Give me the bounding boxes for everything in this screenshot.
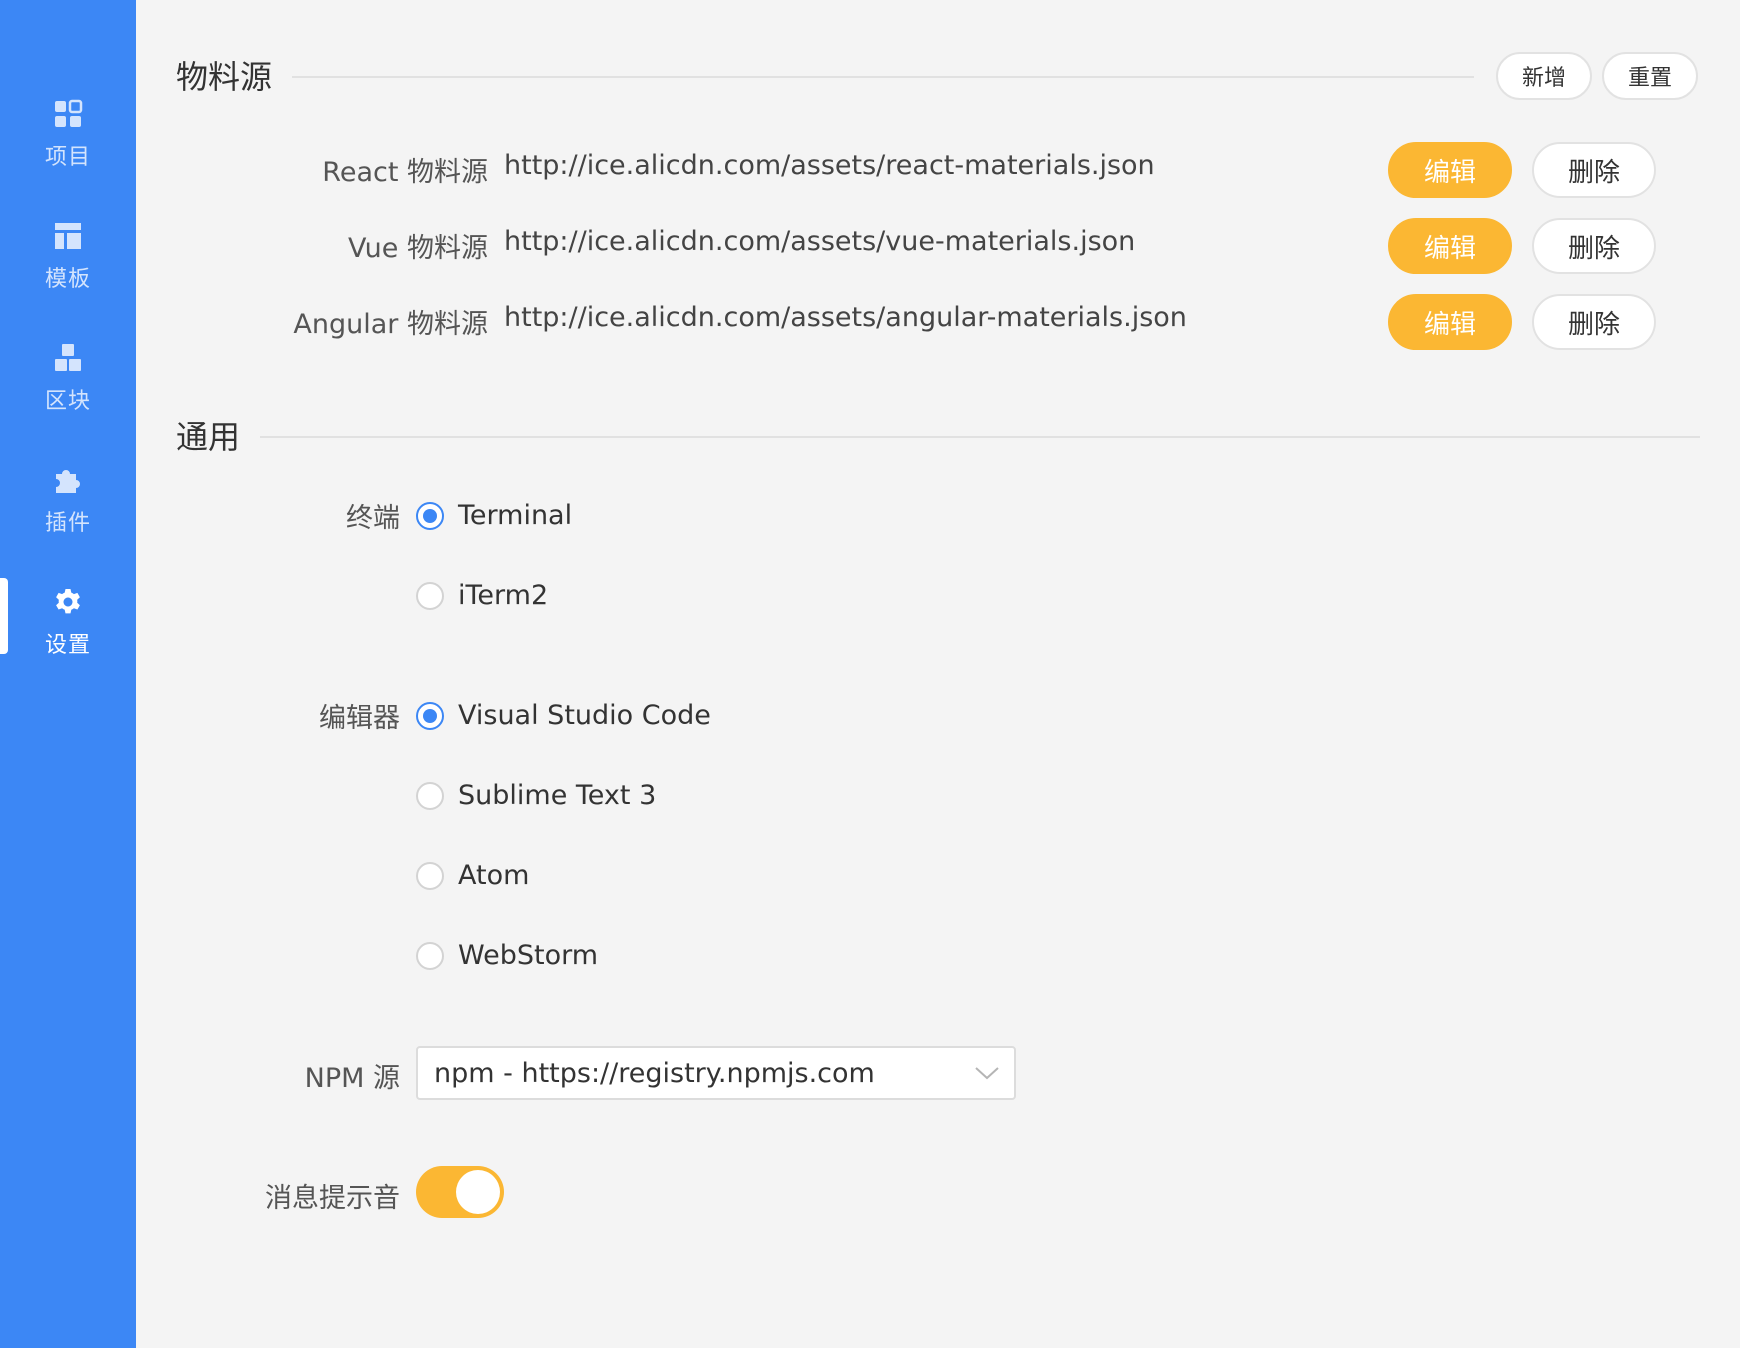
chevron-down-icon	[975, 1067, 999, 1080]
toggle-knob	[456, 1170, 500, 1214]
terminal-option-iterm2[interactable]: iTerm2	[416, 580, 548, 611]
materials-divider	[292, 76, 1474, 78]
reset-materials-button[interactable]: 重置	[1602, 52, 1698, 100]
radio-checked[interactable]	[416, 501, 444, 530]
blocks-icon	[55, 344, 81, 371]
sidebar-item-label: 插件	[44, 511, 91, 536]
sidebar-item-label: 设置	[44, 633, 91, 658]
notification-sound-label: 消息提示音	[265, 1183, 400, 1214]
terminal-option-terminal[interactable]: Terminal	[416, 500, 572, 531]
edit-material-button[interactable]: 编辑	[1388, 294, 1512, 350]
radio-unchecked[interactable]	[416, 941, 444, 970]
edit-material-button[interactable]: 编辑	[1388, 218, 1512, 274]
sidebar-item-blocks[interactable]: 区块	[0, 324, 136, 434]
material-name: Vue 物料源	[348, 233, 488, 264]
sidebar-item-label: 模板	[44, 267, 91, 292]
terminal-label: 终端	[346, 503, 400, 534]
delete-material-button[interactable]: 删除	[1532, 142, 1656, 198]
gear-icon	[56, 589, 80, 614]
material-url: http://ice.alicdn.com/assets/vue-materia…	[504, 226, 1136, 257]
sidebar-item-label: 区块	[44, 389, 91, 414]
layout-icon	[55, 223, 81, 249]
material-name: React 物料源	[322, 157, 488, 188]
materials-section-title: 物料源	[176, 58, 273, 96]
material-url: http://ice.alicdn.com/assets/react-mater…	[504, 150, 1155, 181]
radio-label: Visual Studio Code	[458, 700, 711, 731]
editor-label: 编辑器	[319, 703, 400, 734]
edit-material-button[interactable]: 编辑	[1388, 142, 1512, 198]
material-name: Angular 物料源	[293, 309, 488, 340]
radio-unchecked[interactable]	[416, 861, 444, 890]
sidebar-item-projects[interactable]: 项目	[0, 80, 136, 190]
npm-source-select[interactable]: npm - https://registry.npmjs.com	[416, 1046, 1016, 1100]
notification-sound-toggle[interactable]	[416, 1166, 504, 1218]
radio-label: Sublime Text 3	[458, 780, 657, 811]
radio-label: Atom	[458, 860, 530, 891]
radio-unchecked[interactable]	[416, 781, 444, 810]
sidebar-item-label: 项目	[44, 145, 91, 170]
editor-option-atom[interactable]: Atom	[416, 860, 529, 891]
radio-label: iTerm2	[458, 580, 549, 611]
general-section-title: 通用	[176, 418, 241, 456]
radio-label: WebStorm	[458, 940, 599, 971]
add-material-button[interactable]: 新增	[1496, 52, 1592, 100]
radio-checked[interactable]	[416, 701, 444, 730]
radio-label: Terminal	[458, 500, 573, 531]
sidebar-item-plugins[interactable]: 插件	[0, 446, 136, 556]
grid-icon	[55, 99, 83, 127]
sidebar-item-templates[interactable]: 模板	[0, 202, 136, 312]
radio-unchecked[interactable]	[416, 581, 444, 610]
editor-option-sublime[interactable]: Sublime Text 3	[416, 780, 656, 811]
general-divider	[260, 436, 1700, 438]
sidebar-item-settings[interactable]: 设置	[0, 568, 136, 678]
sidebar: 项目 模板 区块 插件 设置	[0, 0, 136, 1348]
delete-material-button[interactable]: 删除	[1532, 294, 1656, 350]
npm-source-label: NPM 源	[304, 1063, 400, 1094]
editor-option-vscode[interactable]: Visual Studio Code	[416, 700, 711, 731]
delete-material-button[interactable]: 删除	[1532, 218, 1656, 274]
material-url: http://ice.alicdn.com/assets/angular-mat…	[504, 302, 1187, 333]
puzzle-icon	[56, 470, 80, 493]
npm-source-value: npm - https://registry.npmjs.com	[434, 1057, 875, 1089]
editor-option-webstorm[interactable]: WebStorm	[416, 940, 598, 971]
